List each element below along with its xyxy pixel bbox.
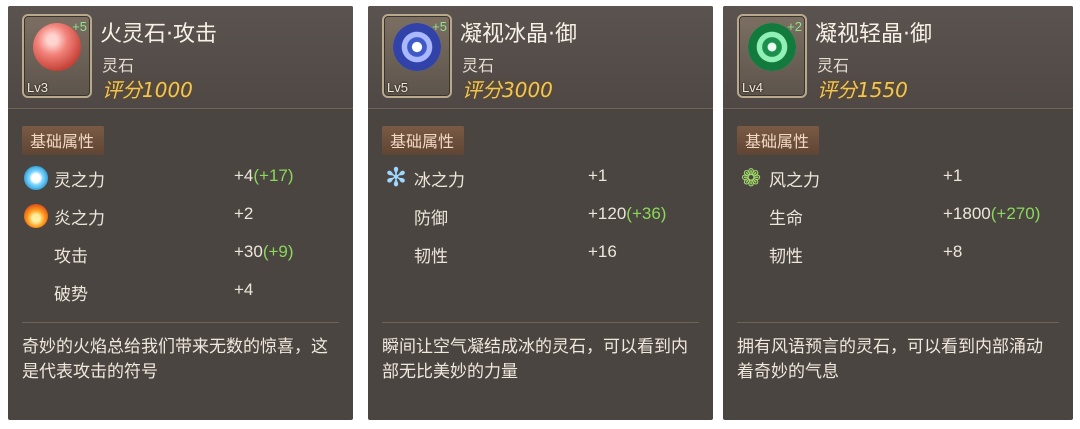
stat-name: 防御 — [414, 209, 448, 229]
stat-base: +2 — [234, 204, 254, 223]
stat-base: +8 — [943, 242, 963, 261]
gem-item-slot[interactable]: +2 Lv4 — [737, 14, 807, 98]
stat-row: 防御 +120(+36) — [382, 202, 703, 230]
gem-item-slot[interactable]: +5 Lv3 — [22, 14, 92, 98]
stat-name: 灵之力 — [54, 171, 105, 191]
stat-name: 风之力 — [769, 171, 820, 191]
stat-bonus: (+9) — [262, 242, 294, 261]
stat-value: +120(+36) — [588, 204, 666, 224]
stat-name: 攻击 — [54, 247, 88, 267]
stat-value: +8 — [943, 242, 962, 262]
gem-name: 凝视冰晶·御 — [460, 22, 577, 47]
gem-level: Lv5 — [387, 80, 408, 95]
gem-type: 灵石 — [462, 56, 495, 75]
stat-name: 冰之力 — [414, 171, 465, 191]
gem-name: 凝视轻晶·御 — [815, 22, 932, 47]
stat-base: +4 — [234, 280, 254, 299]
stat-row: 灵之力 +4(+17) — [22, 164, 343, 192]
stat-row: 破势 +4 — [22, 278, 343, 306]
stat-name: 生命 — [769, 209, 803, 229]
gem-score: 评分1000 — [102, 78, 193, 102]
stat-value: +4 — [234, 280, 253, 300]
stat-value: +2 — [234, 204, 253, 224]
stat-base: +4 — [234, 166, 254, 185]
stat-row: 韧性 +8 — [737, 240, 1063, 268]
stat-base: +1 — [588, 166, 608, 185]
enhance-level: +2 — [787, 19, 802, 34]
stat-name: 破势 — [54, 285, 88, 305]
stat-row: 韧性 +16 — [382, 240, 703, 268]
stat-bonus: (+36) — [626, 204, 667, 223]
enhance-level: +5 — [72, 19, 87, 34]
gem-score: 评分1550 — [817, 78, 908, 102]
enhance-level: +5 — [432, 19, 447, 34]
section-basic-attributes: 基础属性 — [382, 126, 465, 155]
gem-description: 拥有风语预言的灵石，可以看到内部涌动着奇妙的气息 — [737, 322, 1059, 385]
stat-base: +30 — [234, 242, 263, 261]
card-header: +2 Lv4 凝视轻晶·御 灵石 评分1550 — [723, 6, 1073, 109]
stat-value: +16 — [588, 242, 617, 262]
stat-base: +1800 — [943, 204, 991, 223]
gem-type: 灵石 — [102, 56, 135, 75]
gem-tooltip-card-wind: +2 Lv4 凝视轻晶·御 灵石 评分1550 基础属性 ❁ 风之力 +1 生命… — [723, 6, 1073, 420]
spirit-icon — [24, 166, 48, 190]
gem-item-slot[interactable]: +5 Lv5 — [382, 14, 452, 98]
stat-value: +1 — [588, 166, 607, 186]
card-header: +5 Lv5 凝视冰晶·御 灵石 评分3000 — [368, 6, 713, 109]
section-basic-attributes: 基础属性 — [22, 126, 105, 155]
stat-name: 炎之力 — [54, 209, 105, 229]
stat-base: +1 — [943, 166, 963, 185]
stat-row: ❁ 风之力 +1 — [737, 164, 1063, 192]
section-basic-attributes: 基础属性 — [737, 126, 820, 155]
stat-bonus: (+270) — [990, 204, 1041, 223]
card-header: +5 Lv3 火灵石·攻击 灵石 评分1000 — [8, 6, 353, 109]
stat-base: +120 — [588, 204, 627, 223]
snowflake-icon: ✻ — [385, 163, 407, 193]
stat-row: 生命 +1800(+270) — [737, 202, 1063, 230]
gem-type: 灵石 — [817, 56, 850, 75]
stat-value: +1 — [943, 166, 962, 186]
gem-score: 评分3000 — [462, 78, 553, 102]
gem-description: 奇妙的火焰总给我们带来无数的惊喜，这是代表攻击的符号 — [22, 322, 339, 385]
gem-name: 火灵石·攻击 — [100, 22, 217, 47]
wind-icon: ❁ — [740, 164, 762, 192]
stat-name: 韧性 — [769, 247, 803, 267]
gem-level: Lv3 — [27, 80, 48, 95]
stat-base: +16 — [588, 242, 617, 261]
stat-value: +30(+9) — [234, 242, 294, 262]
gem-tooltip-card-ice: +5 Lv5 凝视冰晶·御 灵石 评分3000 基础属性 ✻ 冰之力 +1 防御… — [368, 6, 713, 420]
stat-bonus: (+17) — [253, 166, 294, 185]
flame-icon — [24, 204, 48, 228]
stat-value: +4(+17) — [234, 166, 294, 186]
stat-name: 韧性 — [414, 247, 448, 267]
stat-row: 攻击 +30(+9) — [22, 240, 343, 268]
stat-row: 炎之力 +2 — [22, 202, 343, 230]
gem-level: Lv4 — [742, 80, 763, 95]
stat-value: +1800(+270) — [943, 204, 1040, 224]
gem-description: 瞬间让空气凝结成冰的灵石，可以看到内部无比美妙的力量 — [382, 322, 699, 385]
stat-row: ✻ 冰之力 +1 — [382, 164, 703, 192]
gem-tooltip-card-fire: +5 Lv3 火灵石·攻击 灵石 评分1000 基础属性 灵之力 +4(+17)… — [8, 6, 353, 420]
